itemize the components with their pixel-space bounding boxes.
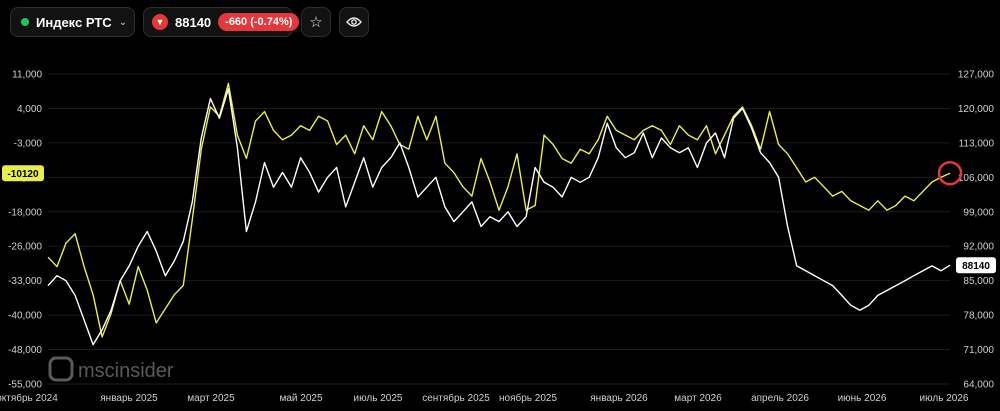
current-left-value-label: -10120 — [7, 169, 39, 180]
x-tick-label: июль 2026 — [920, 393, 969, 404]
left-tick-label: -26,000 — [8, 242, 42, 253]
x-tick-label: январь 2025 — [100, 393, 158, 404]
left-tick-label: -33,000 — [8, 276, 42, 287]
x-tick-label: апрель 2026 — [751, 393, 809, 404]
left-tick-label: 11,000 — [12, 70, 42, 81]
x-tick-label: ноябрь 2025 — [499, 392, 557, 404]
left-tick-label: -40,000 — [8, 311, 42, 322]
right-tick-label: 92,000 — [963, 242, 994, 253]
x-tick-label: март 2025 — [187, 393, 235, 404]
right-tick-label: 64,000 — [963, 380, 994, 391]
x-tick-label: июнь 2026 — [838, 393, 887, 404]
right-tick-label: 127,000 — [958, 70, 995, 81]
watermark-text: mscinsider — [78, 360, 174, 382]
x-tick-label: июль 2025 — [354, 393, 403, 404]
x-tick-label: октябрь 2024 — [0, 392, 58, 404]
right-tick-label: 106,000 — [958, 173, 995, 184]
right-tick-label: 71,000 — [963, 345, 994, 356]
watermark-logo-icon — [48, 356, 74, 382]
right-axis: 127,000 120,000 113,000 106,000 99,000 92,000… — [958, 70, 995, 391]
chart: mscinsider 11,0004,000-3,000-10,000-18,0… — [0, 70, 996, 404]
right-tick-label: 120,000 — [958, 104, 995, 115]
left-tick-label: -48,000 — [8, 345, 42, 356]
right-tick-label: 85,000 — [963, 276, 994, 287]
series-line-left — [47, 82, 951, 338]
right-tick-label: 99,000 — [963, 207, 994, 218]
x-tick-label: январь 2026 — [590, 393, 648, 404]
x-tick-label: сентябрь 2025 — [422, 392, 490, 404]
markers: -10120 88140 — [2, 160, 996, 274]
series-layer — [47, 82, 951, 346]
left-tick-label: -18,000 — [8, 207, 42, 218]
x-axis: октябрь 2024 январь 2025 март 2025 май 2025… — [0, 392, 969, 404]
right-tick-label: 113,000 — [959, 138, 995, 149]
current-right-value-label: 88140 — [962, 261, 990, 272]
x-tick-label: март 2026 — [674, 393, 722, 404]
left-tick-label: -3,000 — [14, 138, 43, 149]
left-tick-label: -55,000 — [8, 380, 42, 391]
left-tick-label: 4,000 — [17, 104, 42, 115]
left-axis: 11,0004,000-3,000-10,000-18,000-26,000-3… — [8, 70, 42, 391]
right-tick-label: 78,000 — [963, 311, 994, 322]
series-line-right — [47, 88, 951, 346]
grid — [48, 73, 950, 385]
x-tick-label: май 2025 — [279, 393, 322, 404]
watermark: mscinsider — [48, 356, 174, 382]
